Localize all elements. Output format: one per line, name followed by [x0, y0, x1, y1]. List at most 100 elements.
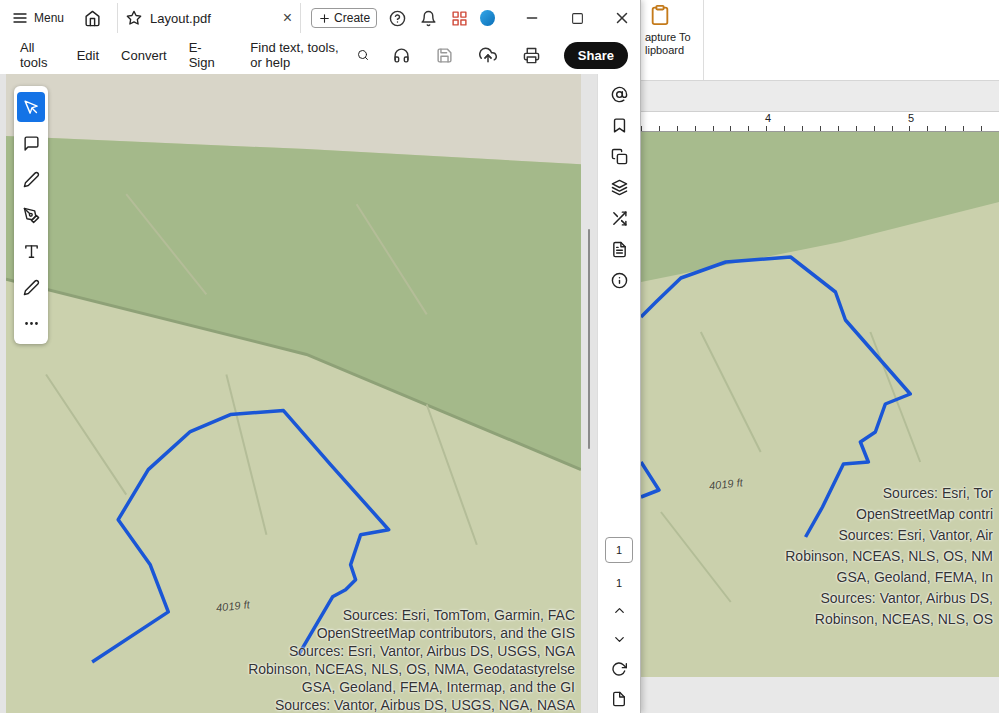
- stamp-icon: [23, 279, 40, 296]
- apps-button[interactable]: [449, 10, 470, 27]
- scroll-thumb[interactable]: [588, 229, 590, 449]
- pen-icon: [23, 171, 40, 188]
- attribution-line: Sources: Esri, Vantor, Airbus DS, USGS, …: [289, 642, 575, 660]
- tool-button[interactable]: [17, 128, 45, 158]
- layout-background: [641, 677, 999, 713]
- map-page: 4019 ftSources: Esri, TomTom, Garmin, FA…: [6, 74, 581, 713]
- tab-close[interactable]: ×: [283, 9, 292, 27]
- save-icon: [436, 47, 453, 64]
- tab-title: Layout.pdf: [150, 11, 275, 26]
- plus-icon: [318, 12, 331, 25]
- avatar-icon[interactable]: [480, 10, 495, 26]
- search-icon: [357, 47, 369, 63]
- toolbar-item[interactable]: All tools: [20, 40, 55, 70]
- desktop: Menu Layout.pdf × Create All tools Edit Conver…: [0, 0, 999, 713]
- info-icon[interactable]: [611, 272, 628, 289]
- more-icon: [23, 315, 40, 332]
- clipboard-icon: [649, 4, 671, 26]
- attribution-line: GSA, Geoland, FEMA, In: [837, 567, 993, 588]
- toolbar-item[interactable]: E-Sign: [189, 40, 219, 70]
- ruler-label: 5: [908, 112, 914, 124]
- bookmark-icon[interactable]: [611, 117, 628, 134]
- printer-icon: [523, 47, 540, 64]
- home-button[interactable]: [78, 10, 107, 27]
- star-icon[interactable]: [126, 10, 142, 26]
- save-button[interactable]: [434, 47, 455, 64]
- document-view: 4019 ftSources: Esri, TomTom, Garmin, FA…: [0, 74, 581, 713]
- attribution-line: Sources: Vantor, Airbus DS,: [821, 588, 994, 609]
- tool-button[interactable]: [17, 200, 45, 230]
- menu-button[interactable]: Menu: [8, 10, 68, 26]
- attribution-line: Robinson, NCEAS, NLS, OS: [815, 609, 993, 630]
- attribution-line: OpenStreetMap contri: [856, 504, 993, 525]
- tool-button[interactable]: [17, 236, 45, 266]
- close-icon: [613, 9, 631, 27]
- attribution-line: Sources: Vantor, Airbus DS, USGS, NGA, N…: [275, 696, 575, 713]
- select-icon: [23, 99, 40, 116]
- layout-map: 4019 ftSources: Esri, TorOpenStreetMap c…: [641, 132, 999, 677]
- apps-grid-icon: [451, 10, 468, 27]
- ai-assistant-icon[interactable]: [611, 86, 628, 103]
- layout-app: apture Tolipboard454019 ftSources: Esri,…: [641, 0, 999, 713]
- create-button[interactable]: Create: [311, 8, 377, 28]
- help-button[interactable]: [387, 10, 408, 27]
- notifications-button[interactable]: [418, 10, 439, 27]
- ribbon: apture Tolipboard: [641, 0, 999, 81]
- toolbar: All tools Edit Convert E-Sign Find text, too…: [0, 36, 640, 74]
- ruler-label: 4: [765, 112, 771, 124]
- minimize-button[interactable]: [515, 0, 550, 36]
- compare-icon[interactable]: [611, 210, 628, 227]
- attribution-line: GSA, Geoland, FEMA, Intermap, and the GI: [302, 678, 575, 696]
- attribution-line: Robinson, NCEAS, NLS, OS, NMA, Geodatast…: [248, 660, 575, 678]
- quick-tools: [14, 86, 48, 344]
- side-panel: 11: [597, 74, 640, 713]
- map-attribution: Sources: Esri, TomTom, Garmin, FACOpenSt…: [248, 606, 575, 713]
- headphones-icon: [393, 47, 410, 64]
- upload-button[interactable]: [477, 46, 499, 64]
- search-box[interactable]: Find text, tools, or help: [250, 40, 368, 70]
- refresh-icon[interactable]: [611, 661, 627, 677]
- bell-icon: [420, 10, 437, 27]
- tool-button[interactable]: [17, 164, 45, 194]
- acrobat-window: Menu Layout.pdf × Create All tools Edit Conver…: [0, 0, 641, 713]
- scrollbar: [581, 74, 597, 713]
- close-button[interactable]: [605, 0, 640, 36]
- attribution-line: Robinson, NCEAS, NLS, OS, NM: [785, 546, 993, 567]
- comment-icon: [23, 135, 40, 152]
- page-total: 1: [616, 577, 622, 589]
- capture-clipboard-button[interactable]: apture Tolipboard: [641, 0, 704, 80]
- maximize-icon: [571, 12, 584, 25]
- help-icon: [389, 10, 406, 27]
- tool-button[interactable]: [17, 272, 45, 302]
- document-tab[interactable]: Layout.pdf ×: [117, 3, 301, 33]
- document-icon[interactable]: [611, 241, 628, 258]
- upload-icon: [479, 46, 497, 64]
- title-bar: Menu Layout.pdf × Create: [0, 0, 640, 36]
- map-attribution: Sources: Esri, TorOpenStreetMap contriSo…: [785, 483, 993, 630]
- view-tab-strip: [641, 81, 999, 112]
- audio-button[interactable]: [391, 47, 412, 64]
- lasso-icon: [23, 207, 40, 224]
- chevron-up-icon[interactable]: [612, 603, 627, 618]
- hamburger-icon: [12, 10, 28, 26]
- ruler: 45: [641, 112, 999, 132]
- toolbar-item[interactable]: Convert: [121, 48, 167, 63]
- tool-button[interactable]: [17, 92, 45, 122]
- attribution-line: Sources: Esri, Tor: [883, 483, 993, 504]
- layers-icon[interactable]: [611, 179, 628, 196]
- toolbar-item[interactable]: Edit: [77, 48, 99, 63]
- page-icon[interactable]: [611, 691, 627, 707]
- minimize-icon: [524, 10, 540, 26]
- home-icon: [84, 10, 101, 27]
- tool-button[interactable]: [17, 308, 45, 338]
- share-button[interactable]: Share: [564, 42, 628, 69]
- attribution-line: Sources: Esri, TomTom, Garmin, FAC: [343, 606, 575, 624]
- maximize-button[interactable]: [560, 0, 595, 36]
- pages-icon[interactable]: [611, 148, 628, 165]
- text-select-icon: [23, 243, 40, 260]
- page-number-field[interactable]: 1: [605, 537, 633, 563]
- document-area: 4019 ftSources: Esri, TomTom, Garmin, FA…: [0, 74, 640, 713]
- attribution-line: Sources: Esri, Vantor, Air: [838, 525, 993, 546]
- print-button[interactable]: [521, 47, 542, 64]
- chevron-down-icon[interactable]: [612, 632, 627, 647]
